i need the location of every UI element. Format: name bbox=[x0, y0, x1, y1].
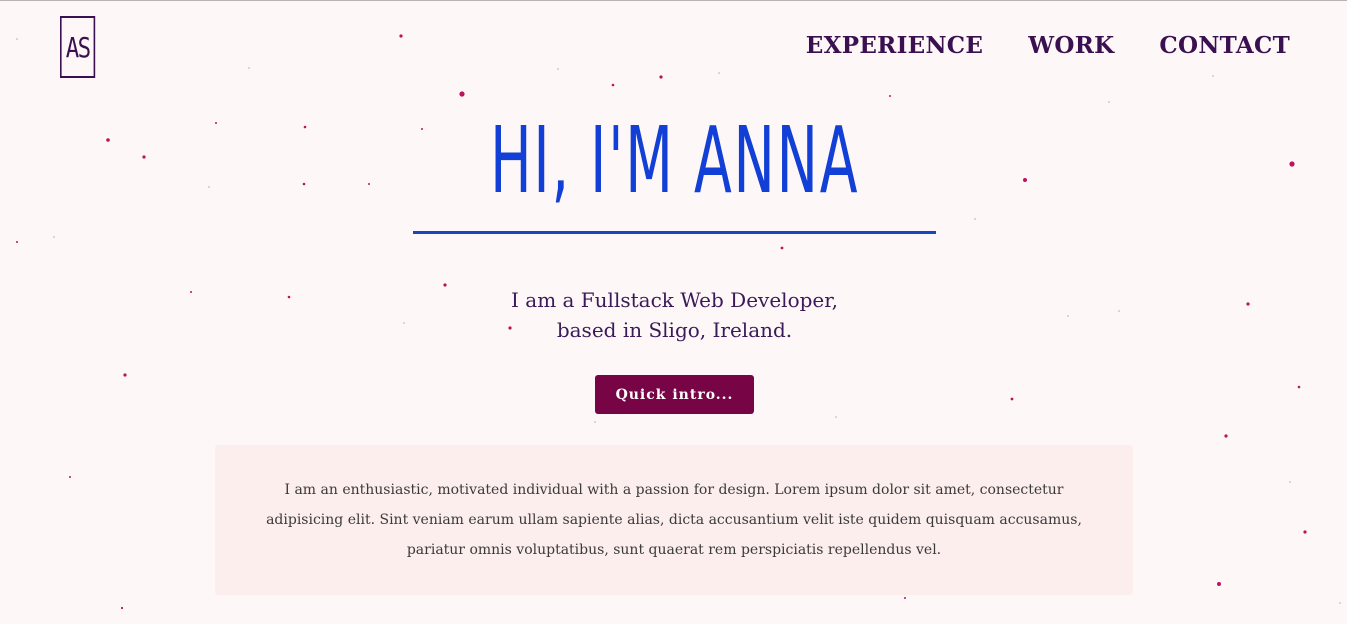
nav-contact-link[interactable]: CONTACT bbox=[1159, 32, 1290, 59]
tagline-line-2: based in Sligo, Ireland. bbox=[556, 318, 793, 342]
site-logo[interactable]: AS bbox=[60, 16, 96, 78]
tagline-line-1: I am a Fullstack Web Developer, bbox=[511, 288, 838, 312]
hero-divider bbox=[413, 231, 936, 234]
about-text: I am an enthusiastic, motivated individu… bbox=[266, 482, 1082, 558]
logo-text: AS bbox=[65, 30, 91, 64]
nav-experience-link[interactable]: EXPERIENCE bbox=[806, 32, 983, 59]
nav-work-link[interactable]: WORK bbox=[1028, 32, 1114, 59]
hero-title: HI, I'M ANNA bbox=[413, 111, 936, 211]
hero-tagline: I am a Fullstack Web Developer, based in… bbox=[373, 285, 976, 345]
quick-intro-button[interactable]: Quick intro... bbox=[595, 375, 754, 414]
main-nav: EXPERIENCE WORK CONTACT bbox=[806, 32, 1290, 59]
about-panel: I am an enthusiastic, motivated individu… bbox=[215, 445, 1133, 595]
hero-title-text: HI, I'M ANNA bbox=[489, 107, 860, 214]
